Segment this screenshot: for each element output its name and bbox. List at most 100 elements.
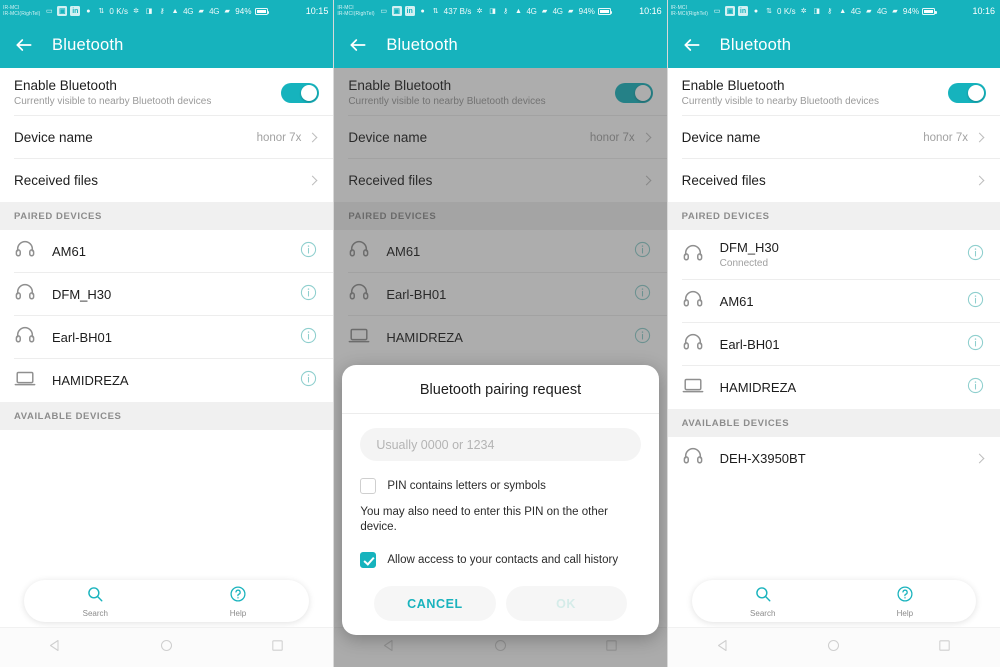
action-search-button[interactable]: Search bbox=[60, 585, 130, 618]
headphones-icon bbox=[14, 238, 52, 265]
action-search-button[interactable]: Search bbox=[728, 585, 798, 618]
device-info-button[interactable] bbox=[300, 327, 319, 349]
device-list-item[interactable]: Earl-BH01 bbox=[667, 323, 1000, 366]
device-list-item[interactable]: AM61 bbox=[0, 230, 334, 273]
settings-content: Enable Bluetooth Currently visible to ne… bbox=[0, 68, 334, 667]
received-files-row[interactable]: Received files bbox=[0, 159, 334, 202]
pin-input[interactable]: Usually 0000 or 1234 bbox=[360, 428, 641, 461]
wifi-icon: ▲ bbox=[171, 7, 179, 15]
device-list-item[interactable]: HAMIDREZA bbox=[667, 366, 1000, 409]
headphones-icon bbox=[14, 324, 52, 351]
nav-recents-icon[interactable] bbox=[937, 638, 952, 658]
carrier-line-2: IR-MCI(RighTel) bbox=[337, 11, 375, 17]
chevron-right-icon bbox=[307, 175, 318, 186]
received-files-row[interactable]: Received files bbox=[667, 159, 1000, 202]
ok-button[interactable]: OK bbox=[505, 586, 627, 621]
device-list-item[interactable]: Earl-BH01 bbox=[0, 316, 334, 359]
pin-placeholder: Usually 0000 or 1234 bbox=[376, 437, 495, 452]
panel-pairing-dialog: IR-MCI IR-MCI(RighTel) ▭ ▣ in ● ⇅ 437 B/… bbox=[333, 0, 667, 667]
device-name-row[interactable]: Device name honor 7x bbox=[667, 116, 1000, 159]
wifi-icon: ▲ bbox=[515, 7, 522, 15]
pin-letters-checkbox[interactable] bbox=[360, 478, 377, 494]
action-help-button[interactable]: Help bbox=[870, 585, 940, 618]
nav-back-icon[interactable] bbox=[48, 638, 63, 658]
vpn-key-icon: ⚷ bbox=[502, 8, 509, 15]
vibrate-icon: ◨ bbox=[813, 8, 821, 15]
page-title: Bluetooth bbox=[719, 35, 792, 54]
enable-bluetooth-row[interactable]: Enable Bluetooth Currently visible to ne… bbox=[0, 68, 334, 116]
enable-bluetooth-row[interactable]: Enable Bluetooth Currently visible to ne… bbox=[667, 68, 1000, 116]
signal-1-label: 4G bbox=[850, 6, 861, 16]
contacts-checkbox-row[interactable]: Allow access to your contacts and call h… bbox=[360, 552, 640, 568]
device-info-button[interactable] bbox=[300, 284, 319, 306]
signal-1-label: 4G bbox=[526, 6, 537, 16]
contacts-access-checkbox[interactable] bbox=[360, 552, 377, 568]
bluetooth-toggle[interactable] bbox=[281, 83, 320, 103]
laptop-icon bbox=[682, 374, 720, 401]
bluetooth-icon: ✲ bbox=[476, 8, 483, 15]
device-list-item[interactable]: DFM_H30 Connected bbox=[667, 230, 1000, 280]
back-arrow-icon[interactable] bbox=[682, 35, 702, 55]
bluetooth-toggle[interactable] bbox=[947, 83, 986, 103]
device-info-button[interactable] bbox=[300, 241, 319, 263]
status-bar: IR-MCI IR-MCI(RighTel) ▭ ▣ in ● ⇅ 0 K/s … bbox=[667, 0, 1000, 22]
vibrate-icon: ◨ bbox=[145, 8, 153, 15]
chat-icon: ● bbox=[420, 7, 425, 15]
device-info-button[interactable] bbox=[967, 244, 986, 266]
cancel-button[interactable]: CANCEL bbox=[374, 586, 496, 621]
enable-bluetooth-subtitle: Currently visible to nearby Bluetooth de… bbox=[681, 95, 879, 107]
photos-icon: ▣ bbox=[57, 6, 68, 16]
system-navigation-bar bbox=[667, 627, 1000, 667]
action-help-button[interactable]: Help bbox=[203, 585, 273, 618]
signal-bars-2-icon: ▰ bbox=[892, 8, 898, 15]
vpn-key-icon: ⚷ bbox=[827, 8, 833, 15]
device-list-item[interactable]: DEH-X3950BT bbox=[667, 437, 1000, 480]
arrows-icon: ⇅ bbox=[432, 8, 439, 15]
device-info-button[interactable] bbox=[967, 377, 986, 399]
enable-bluetooth-label: Enable Bluetooth bbox=[14, 77, 117, 93]
screenshot-collage: IR-MCI IR-MCI(RighTel) ▭ ▣ in ● ⇅ 0 K/s … bbox=[0, 0, 1000, 667]
linkedin-icon: in bbox=[404, 6, 415, 16]
dialog-title: Bluetooth pairing request bbox=[342, 365, 659, 414]
sim-icon: ▭ bbox=[46, 8, 53, 15]
nav-recents-icon[interactable] bbox=[270, 638, 285, 658]
device-name-row[interactable]: Device name honor 7x bbox=[0, 116, 334, 159]
device-list-item[interactable]: HAMIDREZA bbox=[0, 359, 334, 402]
paired-devices-header: PAIRED DEVICES bbox=[667, 202, 1000, 230]
chat-icon: ● bbox=[753, 7, 759, 15]
pin-letters-checkbox-row[interactable]: PIN contains letters or symbols bbox=[360, 478, 640, 494]
device-list-item[interactable]: AM61 bbox=[667, 280, 1000, 323]
device-info-button[interactable] bbox=[967, 334, 986, 356]
nav-home-icon[interactable] bbox=[159, 638, 174, 658]
pin-letters-label: PIN contains letters or symbols bbox=[387, 480, 546, 492]
chevron-right-icon bbox=[974, 132, 985, 143]
device-list-item[interactable]: DFM_H30 bbox=[0, 273, 334, 316]
carrier-label: IR-MCI IR-MCI(RighTel) bbox=[337, 5, 374, 17]
headphones-icon bbox=[682, 445, 720, 472]
device-name-label: Device name bbox=[14, 130, 93, 145]
action-label: Search bbox=[750, 608, 776, 618]
chevron-right-icon bbox=[307, 132, 318, 143]
panel-paired-list: IR-MCI IR-MCI(RighTel) ▭ ▣ in ● ⇅ 0 K/s … bbox=[0, 0, 334, 667]
contacts-access-label: Allow access to your contacts and call h… bbox=[387, 554, 619, 566]
back-arrow-icon[interactable] bbox=[348, 35, 368, 55]
device-info-button[interactable] bbox=[300, 370, 319, 392]
bluetooth-icon: ✲ bbox=[800, 8, 807, 15]
carrier-line-2: IR-MCI(RighTel) bbox=[670, 11, 708, 17]
battery-percent: 94% bbox=[235, 6, 252, 16]
back-arrow-icon[interactable] bbox=[14, 35, 34, 55]
bottom-action-bar: Search Help bbox=[24, 580, 310, 622]
battery-percent: 94% bbox=[902, 6, 920, 16]
device-name: HAMIDREZA bbox=[52, 372, 129, 388]
carrier-label: IR-MCI IR-MCI(RighTel) bbox=[671, 5, 708, 17]
settings-content: Enable Bluetooth Currently visible to ne… bbox=[667, 68, 1000, 667]
received-files-label: Received files bbox=[14, 173, 99, 188]
device-info-button[interactable] bbox=[967, 291, 986, 313]
nav-back-icon[interactable] bbox=[716, 638, 731, 658]
linkedin-icon: in bbox=[70, 6, 81, 16]
action-label: Search bbox=[82, 608, 108, 618]
signal-bars-1-icon: ▰ bbox=[541, 8, 548, 15]
app-bar: Bluetooth bbox=[0, 22, 334, 68]
nav-home-icon[interactable] bbox=[826, 638, 841, 658]
sim-icon: ▭ bbox=[380, 8, 387, 15]
